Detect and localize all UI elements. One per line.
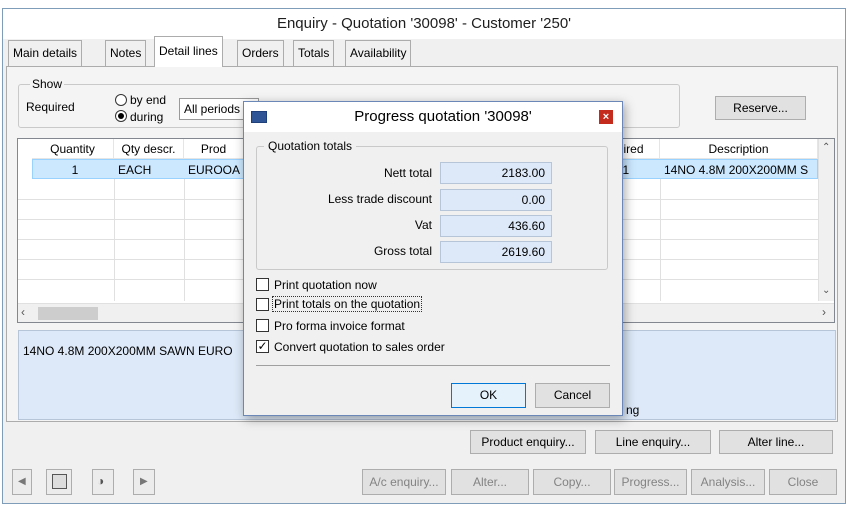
scroll-right-icon[interactable]: › [822, 305, 826, 319]
progress-quotation-dialog: Progress quotation '30098' × Quotation t… [243, 101, 623, 416]
dialog-title: Progress quotation '30098' [354, 108, 532, 125]
tab-main-details[interactable]: Main details [8, 40, 83, 66]
tab-totals[interactable]: Totals [293, 40, 335, 66]
scroll-up-icon[interactable]: ⌃ [822, 142, 830, 153]
ok-button[interactable]: OK [451, 383, 526, 408]
hscroll-thumb[interactable] [38, 307, 98, 320]
pro-forma-label: Pro forma invoice format [274, 319, 405, 333]
close-icon[interactable]: × [599, 110, 613, 124]
line-enquiry-button[interactable]: Line enquiry... [595, 430, 711, 454]
analysis-button[interactable]: Analysis... [691, 469, 765, 495]
next-record-button[interactable]: ▶ [133, 469, 155, 495]
print-now-label: Print quotation now [274, 278, 377, 292]
convert-checkbox[interactable]: ✓ [256, 340, 269, 353]
gross-total-label: Gross total [373, 244, 432, 258]
arrow-right-icon: ▶ [140, 476, 148, 487]
grid-vscrollbar[interactable]: ⌃ ⌄ [818, 139, 834, 301]
col-header-quantity[interactable]: Quantity [32, 139, 114, 159]
vat-label: Vat [414, 218, 432, 232]
product-enquiry-button[interactable]: Product enquiry... [470, 430, 586, 454]
scroll-left-icon[interactable]: ‹ [21, 305, 25, 319]
progress-button[interactable]: Progress... [614, 469, 687, 495]
prev-record-button[interactable]: ◀ [12, 469, 32, 495]
col-header-qty-descr[interactable]: Qty descr. [114, 139, 184, 159]
vat-field: 436.60 [440, 215, 552, 237]
cell-qty-descr: EACH [118, 163, 152, 177]
show-legend: Show [30, 77, 65, 91]
convert-label: Convert quotation to sales order [274, 340, 445, 354]
memo-text: 14NO 4.8M 200X200MM SAWN EURO [23, 344, 233, 358]
ac-enquiry-button[interactable]: A/c enquiry... [362, 469, 446, 495]
tab-detail-lines[interactable]: Detail lines [154, 36, 223, 67]
quotation-totals-legend: Quotation totals [264, 139, 357, 153]
alter-line-button[interactable]: Alter line... [719, 430, 833, 454]
close-button[interactable]: Close [769, 469, 837, 495]
cancel-button[interactable]: Cancel [535, 383, 610, 408]
col-header-product[interactable]: Prod [184, 139, 244, 159]
col-divider [660, 179, 661, 301]
arrow-left-icon: ◀ [18, 476, 26, 487]
discount-field: 0.00 [440, 189, 552, 211]
nett-total-field: 2183.00 [440, 162, 552, 184]
copy-button[interactable]: Copy... [533, 469, 611, 495]
tab-orders[interactable]: Orders [237, 40, 284, 66]
cell-quantity: 1 [71, 163, 79, 177]
alter-button[interactable]: Alter... [451, 469, 529, 495]
scroll-down-icon[interactable]: ⌄ [822, 285, 830, 296]
during-radio[interactable] [115, 110, 127, 122]
print-now-checkbox[interactable] [256, 278, 269, 291]
during-label: during [130, 110, 164, 124]
cell-description: 14NO 4.8M 200X200MM S [664, 163, 809, 177]
pro-forma-checkbox[interactable] [256, 319, 269, 332]
discount-label: Less trade discount [327, 192, 432, 206]
print-totals-checkbox[interactable] [256, 298, 269, 311]
find-button[interactable]: ◑ [92, 469, 114, 495]
list-icon [52, 474, 67, 489]
dialog-separator [256, 365, 610, 366]
binoculars-icon: ◑ [97, 474, 105, 488]
print-totals-label: Print totals on the quotation [272, 296, 423, 312]
required-label: Required [26, 100, 75, 114]
partial-label: ng [626, 403, 640, 417]
by-end-radio[interactable] [115, 94, 127, 106]
tab-availability[interactable]: Availability [345, 40, 412, 66]
tab-notes[interactable]: Notes [105, 40, 147, 66]
cell-product: EUROOA [188, 163, 241, 177]
by-end-label: by end [130, 93, 167, 107]
col-divider [184, 179, 185, 301]
quotation-totals-group [256, 146, 608, 270]
list-button[interactable] [46, 469, 72, 495]
nett-total-label: Nett total [383, 166, 432, 180]
col-divider [114, 179, 115, 301]
reserve-button[interactable]: Reserve... [715, 96, 806, 120]
gross-total-field: 2619.60 [440, 241, 552, 263]
dialog-titlebar: Progress quotation '30098' × [244, 102, 622, 132]
window-title: Enquiry - Quotation '30098' - Customer '… [3, 9, 845, 39]
col-header-description[interactable]: Description [660, 139, 818, 159]
